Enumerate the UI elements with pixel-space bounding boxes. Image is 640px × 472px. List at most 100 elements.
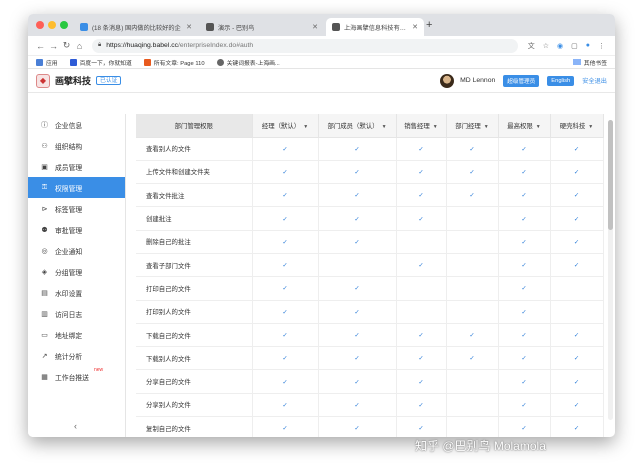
permission-cell[interactable] xyxy=(446,206,499,231)
permission-cell[interactable]: ✓ xyxy=(252,416,319,437)
permission-cell[interactable] xyxy=(446,300,499,324)
permission-cell[interactable]: ✓ xyxy=(252,160,319,185)
sidebar-item[interactable]: ⚇ 组织结构 xyxy=(28,135,125,156)
permission-cell[interactable] xyxy=(446,230,499,254)
permission-cell[interactable]: ✓ xyxy=(396,253,447,278)
bookmark-articles[interactable]: 所有文章: Page 110 xyxy=(143,58,205,67)
scrollbar-thumb[interactable] xyxy=(608,120,613,230)
permission-cell[interactable]: ✓ xyxy=(498,206,551,231)
permission-cell[interactable]: ✓ xyxy=(252,183,319,208)
role-column-header[interactable]: 最高权限 ▼ xyxy=(498,114,551,138)
permission-cell[interactable]: ✓ xyxy=(446,183,499,208)
permission-cell[interactable] xyxy=(396,300,447,324)
permission-cell[interactable]: ✓ xyxy=(252,276,319,301)
extension-icon[interactable]: ◉ xyxy=(557,42,563,50)
permission-cell[interactable] xyxy=(550,300,604,324)
permission-cell[interactable]: ✓ xyxy=(498,230,551,254)
bookmark-star-icon[interactable]: ☆ xyxy=(543,42,549,50)
permission-cell[interactable]: ✓ xyxy=(498,346,551,371)
caret-down-icon[interactable]: ▼ xyxy=(588,124,593,130)
permission-cell[interactable]: ✓ xyxy=(318,393,397,418)
caret-down-icon[interactable]: ▼ xyxy=(382,124,387,130)
permission-cell[interactable]: ✓ xyxy=(446,160,499,185)
browser-tab-3[interactable]: 上海画擘信息科技有限公司 - 企 ✕ xyxy=(326,18,424,36)
user-name[interactable]: MD Lennon xyxy=(460,77,495,84)
sidebar-item[interactable]: ↗ 统计分析 xyxy=(28,345,125,366)
role-column-header[interactable]: 经理（默认） ▼ xyxy=(252,114,319,138)
permission-cell[interactable]: ✓ xyxy=(550,206,604,231)
caret-down-icon[interactable]: ▼ xyxy=(484,124,489,130)
close-tab-icon[interactable]: ✕ xyxy=(412,23,418,31)
permission-cell[interactable] xyxy=(318,253,397,278)
sidebar-item[interactable]: ▭ 地址绑定 xyxy=(28,324,125,345)
permission-cell[interactable]: ✓ xyxy=(396,206,447,231)
permission-cell[interactable] xyxy=(446,253,499,278)
home-icon[interactable]: ⌂ xyxy=(73,41,86,51)
bookmark-baidu[interactable]: 百度一下，你就知道 xyxy=(69,58,132,67)
reload-icon[interactable]: ↻ xyxy=(60,40,73,51)
permission-cell[interactable]: ✓ xyxy=(318,369,397,394)
sidebar-item[interactable]: ⚿ 权限管理 xyxy=(28,177,125,198)
permission-cell[interactable]: ✓ xyxy=(498,416,551,437)
role-column-header[interactable]: 部门成员（默认） ▼ xyxy=(318,114,397,138)
sidebar-item[interactable]: ◈ 分组管理 xyxy=(28,261,125,282)
permission-cell[interactable]: ✓ xyxy=(396,183,447,208)
permission-cell[interactable]: ✓ xyxy=(252,393,319,418)
permission-cell[interactable]: ✓ xyxy=(252,323,319,348)
close-window-icon[interactable] xyxy=(36,21,44,29)
permission-cell[interactable]: ✓ xyxy=(550,323,604,348)
permission-cell[interactable]: ✓ xyxy=(550,160,604,185)
permission-cell[interactable]: ✓ xyxy=(446,323,499,348)
permission-cell[interactable]: ✓ xyxy=(550,369,604,394)
permission-cell[interactable]: ✓ xyxy=(318,323,397,348)
back-icon[interactable]: ← xyxy=(34,41,47,51)
permission-cell[interactable]: ✓ xyxy=(550,346,604,371)
permission-cell[interactable] xyxy=(396,276,447,301)
permission-cell[interactable] xyxy=(446,393,499,418)
browser-tab-2[interactable]: 演示 - 巴别鸟 ✕ xyxy=(200,18,324,36)
permission-cell[interactable]: ✓ xyxy=(498,160,551,185)
sidebar-item[interactable]: ◎ 企业通知 xyxy=(28,240,125,261)
caret-down-icon[interactable]: ▼ xyxy=(303,124,308,130)
permission-cell[interactable] xyxy=(446,416,499,437)
role-column-header[interactable]: 销售经理 ▼ xyxy=(396,114,447,138)
permission-cell[interactable]: ✓ xyxy=(498,253,551,278)
permission-cell[interactable]: ✓ xyxy=(550,393,604,418)
language-button[interactable]: English xyxy=(547,75,575,86)
permission-cell[interactable]: ✓ xyxy=(318,276,397,301)
minimize-window-icon[interactable] xyxy=(48,21,56,29)
permission-cell[interactable]: ✓ xyxy=(498,183,551,208)
permission-cell[interactable]: ✓ xyxy=(498,369,551,394)
sidebar-item[interactable]: ⊳ 标签管理 xyxy=(28,198,125,219)
permission-cell[interactable]: ✓ xyxy=(550,183,604,208)
profile-icon[interactable]: ● xyxy=(586,42,590,49)
translate-icon[interactable]: 文 xyxy=(528,41,535,51)
maximize-window-icon[interactable] xyxy=(60,21,68,29)
permission-cell[interactable]: ✓ xyxy=(318,206,397,231)
permission-cell[interactable] xyxy=(446,369,499,394)
permission-cell[interactable]: ✓ xyxy=(252,300,319,324)
sidebar-item[interactable]: ▣ 成员管理 xyxy=(28,156,125,177)
permission-cell[interactable]: ✓ xyxy=(318,230,397,254)
bookmark-keywords[interactable]: 关键词报表-上海画... xyxy=(216,58,280,67)
caret-down-icon[interactable]: ▼ xyxy=(433,124,438,130)
permission-cell[interactable]: ✓ xyxy=(252,369,319,394)
permission-cell[interactable]: ✓ xyxy=(446,137,499,161)
permission-cell[interactable]: ✓ xyxy=(498,276,551,301)
close-tab-icon[interactable]: ✕ xyxy=(186,23,192,31)
permission-cell[interactable]: ✓ xyxy=(396,160,447,185)
role-column-header[interactable]: 部门经理 ▼ xyxy=(446,114,499,138)
permission-cell[interactable]: ✓ xyxy=(396,137,447,161)
permission-cell[interactable]: ✓ xyxy=(550,416,604,437)
permission-cell[interactable]: ✓ xyxy=(550,137,604,161)
sidebar-item[interactable]: ⚉ 审批管理 xyxy=(28,219,125,240)
permission-cell[interactable]: ✓ xyxy=(318,346,397,371)
close-tab-icon[interactable]: ✕ xyxy=(312,23,318,31)
sidebar-item[interactable]: ▦ 工作台推送 new xyxy=(28,366,125,387)
permission-cell[interactable] xyxy=(396,230,447,254)
permission-cell[interactable]: ✓ xyxy=(318,183,397,208)
permission-cell[interactable]: ✓ xyxy=(252,346,319,371)
permission-cell[interactable]: ✓ xyxy=(252,253,319,278)
collapse-sidebar-icon[interactable]: ‹ xyxy=(74,421,77,431)
permission-cell[interactable]: ✓ xyxy=(318,416,397,437)
